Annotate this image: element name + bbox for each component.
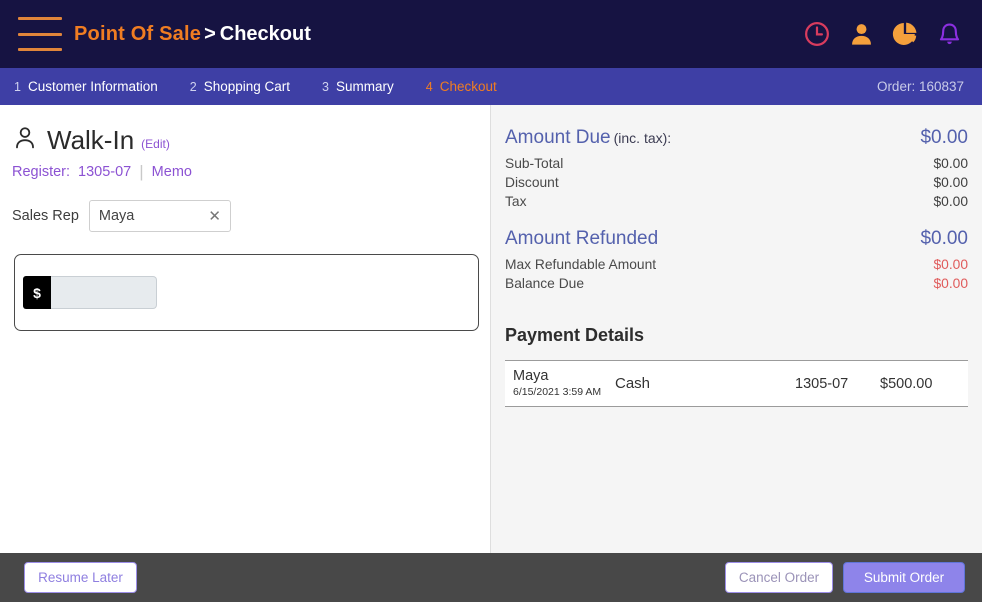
payment-timestamp: 6/15/2021 3:59 AM [513, 386, 602, 398]
left-panel: Walk-In (Edit) Register: 1305-07 | Memo … [0, 105, 491, 553]
footer-bar: Resume Later Cancel Order Submit Order [0, 553, 982, 602]
main-content: Walk-In (Edit) Register: 1305-07 | Memo … [0, 105, 982, 553]
balance-due-label: Balance Due [505, 276, 585, 291]
tax-value: $0.00 [933, 194, 968, 209]
step-number: 1 [14, 80, 21, 94]
amount-input-group: $ [23, 276, 157, 309]
step-number: 3 [322, 80, 329, 94]
max-refundable-label: Max Refundable Amount [505, 257, 657, 272]
tax-label: Tax [505, 194, 527, 209]
person-outline-icon [12, 125, 38, 156]
amount-due-value: $0.00 [920, 127, 968, 148]
bell-icon[interactable] [934, 19, 964, 49]
amount-refunded-label: Amount Refunded [505, 228, 659, 249]
max-refundable-value: $0.00 [933, 257, 968, 272]
breadcrumb: Point Of Sale > Checkout [74, 23, 311, 46]
divider: | [139, 162, 144, 181]
step-shopping-cart[interactable]: 2 Shopping Cart [190, 79, 290, 94]
payment-method: Cash [615, 375, 651, 392]
discount-value: $0.00 [933, 175, 968, 190]
brand-title[interactable]: Point Of Sale [74, 23, 201, 46]
cancel-order-button[interactable]: Cancel Order [725, 562, 833, 593]
register-row: Register: 1305-07 | Memo [12, 163, 490, 180]
step-label: Customer Information [27, 79, 158, 94]
amount-due-row: Amount Due (inc. tax): $0.00 [505, 127, 968, 149]
sales-rep-value: Maya [98, 208, 135, 224]
max-refundable-row: Max Refundable Amount $0.00 [505, 255, 968, 274]
tax-row: Tax $0.00 [505, 192, 968, 211]
hamburger-line [18, 32, 62, 36]
register-value[interactable]: 1305-07 [78, 164, 131, 180]
currency-prefix: $ [23, 276, 51, 309]
edit-customer-link[interactable]: (Edit) [141, 137, 170, 151]
step-list: 1 Customer Information 2 Shopping Cart 3… [14, 79, 497, 94]
sales-rep-label: Sales Rep [12, 208, 79, 224]
header-icon-group [802, 0, 964, 68]
app-header: Point Of Sale > Checkout [0, 0, 982, 68]
hamburger-line [18, 48, 62, 51]
payment-amount: $500.00 [880, 375, 933, 392]
hamburger-line [18, 17, 62, 20]
subtotal-value: $0.00 [933, 156, 968, 171]
payment-register: 1305-07 [795, 375, 849, 392]
step-checkout[interactable]: 4 Checkout [426, 79, 497, 94]
clear-icon[interactable]: ✕ [208, 209, 221, 224]
clock-icon[interactable] [802, 19, 832, 49]
step-label: Checkout [439, 79, 497, 94]
customer-name: Walk-In [47, 125, 135, 155]
step-label: Summary [335, 79, 394, 94]
checkout-steps-bar: 1 Customer Information 2 Shopping Cart 3… [0, 68, 982, 105]
payment-who-cell: Maya 6/15/2021 3:59 AM [505, 368, 615, 399]
table-row[interactable]: Maya 6/15/2021 3:59 AM Cash 1305-07 $500… [505, 360, 968, 407]
payment-details-title: Payment Details [505, 325, 645, 345]
amount-due-note: (inc. tax): [613, 130, 672, 146]
amount-input[interactable] [51, 276, 157, 309]
totals-summary: Amount Due (inc. tax): $0.00 Sub-Total $0… [491, 105, 982, 293]
footer-actions: Cancel Order Submit Order [725, 562, 965, 593]
page-title: Checkout [219, 22, 311, 45]
amount-due-label: Amount Due [505, 127, 611, 148]
right-panel: Amount Due (inc. tax): $0.00 Sub-Total $0… [491, 105, 982, 553]
balance-due-value: $0.00 [933, 276, 968, 291]
discount-row: Discount $0.00 [505, 173, 968, 192]
payment-entry-panel: $ [14, 254, 479, 331]
step-number: 4 [425, 80, 433, 94]
step-label: Shopping Cart [203, 79, 291, 94]
amount-refunded-row: Amount Refunded $0.00 [505, 228, 968, 250]
step-customer-information[interactable]: 1 Customer Information [14, 79, 158, 94]
pie-chart-icon[interactable] [890, 19, 920, 49]
hamburger-menu-icon[interactable] [18, 17, 62, 51]
step-number: 2 [189, 80, 197, 94]
payment-who-name: Maya [513, 368, 549, 384]
submit-order-button[interactable]: Submit Order [843, 562, 965, 593]
subtotal-label: Sub-Total [505, 156, 564, 171]
user-icon[interactable] [846, 19, 876, 49]
customer-header: Walk-In (Edit) [12, 125, 490, 156]
discount-label: Discount [505, 175, 559, 190]
memo-link[interactable]: Memo [152, 164, 192, 180]
amount-refunded-value: $0.00 [920, 228, 968, 249]
refund-block: Amount Refunded $0.00 Max Refundable Amo… [505, 228, 968, 293]
step-summary[interactable]: 3 Summary [322, 79, 394, 94]
subtotal-row: Sub-Total $0.00 [505, 154, 968, 173]
balance-due-row: Balance Due $0.00 [505, 274, 968, 293]
register-label: Register: [12, 163, 71, 180]
sales-rep-input[interactable]: Maya ✕ [88, 200, 231, 232]
breadcrumb-separator: > [204, 22, 216, 45]
order-number: Order: 160837 [876, 79, 964, 94]
sales-rep-row: Sales Rep Maya ✕ [12, 200, 490, 232]
amount-due-label-group: Amount Due (inc. tax): [505, 127, 671, 149]
resume-later-button[interactable]: Resume Later [24, 562, 137, 593]
